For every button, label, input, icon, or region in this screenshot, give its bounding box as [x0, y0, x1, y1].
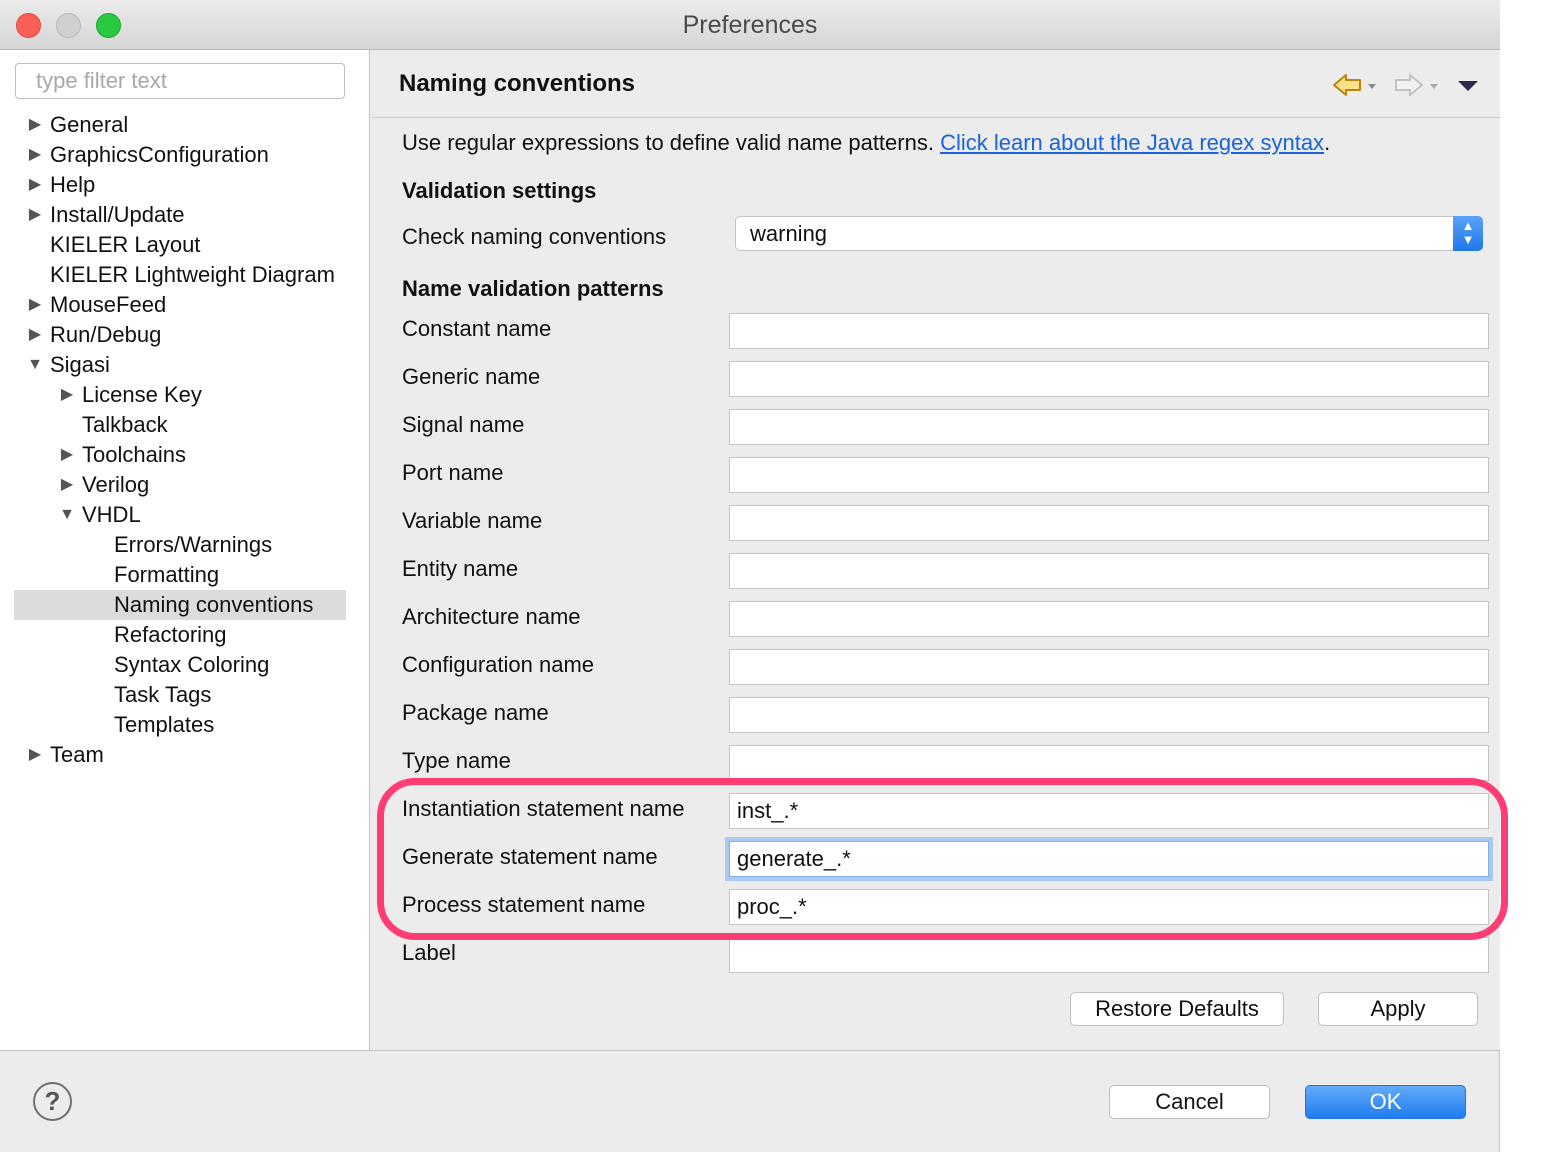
expand-arrow-icon[interactable]: ▶ [26, 170, 44, 200]
pattern-input[interactable] [729, 409, 1489, 445]
intro-text-body: Use regular expressions to define valid … [402, 130, 941, 155]
tree-item-label: Syntax Coloring [114, 652, 270, 677]
cancel-button[interactable]: Cancel [1109, 1085, 1270, 1119]
expand-arrow-icon[interactable]: ▶ [58, 380, 76, 410]
pattern-label: Label [402, 940, 456, 965]
back-button[interactable] [1330, 70, 1378, 100]
restore-defaults-button[interactable]: Restore Defaults [1070, 992, 1284, 1026]
footer-divider [0, 1050, 1500, 1051]
validation-settings-heading: Validation settings [402, 178, 597, 203]
tree-item-label: KIELER Lightweight Diagram [50, 262, 335, 287]
pattern-label: Package name [402, 700, 549, 725]
intro-text-end: . [1324, 130, 1331, 155]
pattern-label: Constant name [402, 316, 552, 341]
pattern-label: Variable name [402, 508, 543, 533]
expand-arrow-icon[interactable]: ▼ [26, 350, 44, 380]
pattern-input[interactable] [729, 745, 1489, 781]
filter-input[interactable] [15, 63, 345, 99]
title-bar: Preferences [0, 0, 1500, 50]
tree-item-label: Team [50, 742, 104, 767]
window-title: Preferences [682, 11, 818, 39]
tree-item-label: Templates [114, 712, 215, 737]
pattern-input[interactable] [729, 553, 1489, 589]
tree-item-label: Run/Debug [50, 322, 162, 347]
check-naming-value: warning [750, 221, 828, 246]
expand-arrow-icon[interactable]: ▶ [26, 200, 44, 230]
expand-arrow-icon[interactable]: ▼ [58, 500, 76, 530]
tree-item-label: Naming conventions [114, 592, 314, 617]
tree-item-label: GraphicsConfiguration [50, 142, 269, 167]
intro-text: Use regular expressions to define valid … [402, 130, 1330, 156]
pattern-input[interactable] [729, 697, 1489, 733]
tree-item-label: Sigasi [50, 352, 110, 377]
pattern-label: Signal name [402, 412, 525, 437]
help-icon[interactable]: ? [33, 1082, 72, 1121]
expand-arrow-icon[interactable]: ▶ [26, 140, 44, 170]
ok-button[interactable]: OK [1305, 1085, 1466, 1119]
tree-item-label: Formatting [114, 562, 220, 587]
pattern-input[interactable] [729, 841, 1489, 877]
pattern-label: Type name [402, 748, 511, 773]
preferences-window: Preferences ▶General▶GraphicsConfigurati… [0, 0, 1500, 1152]
tree-item-label: Errors/Warnings [114, 532, 273, 557]
tree-item-label: VHDL [82, 502, 141, 527]
pattern-label: Architecture name [402, 604, 581, 629]
pattern-input[interactable] [729, 793, 1489, 829]
expand-arrow-icon[interactable]: ▶ [26, 740, 44, 770]
tree-item-label: MouseFeed [50, 292, 167, 317]
tree-item-label: KIELER Layout [50, 232, 201, 257]
page-title: Naming conventions [399, 70, 636, 97]
apply-button[interactable]: Apply [1318, 992, 1478, 1026]
pattern-label: Port name [402, 460, 504, 485]
forward-button[interactable] [1392, 70, 1440, 100]
forward-arrow-icon [1395, 74, 1438, 96]
pattern-label: Configuration name [402, 652, 595, 677]
pattern-input[interactable] [729, 457, 1489, 493]
back-arrow-icon [1333, 74, 1376, 96]
check-naming-label: Check naming conventions [402, 224, 667, 249]
pattern-input[interactable] [729, 649, 1489, 685]
pattern-label: Entity name [402, 556, 519, 581]
pattern-input[interactable] [729, 361, 1489, 397]
pattern-label: Generic name [402, 364, 541, 389]
tree-item-label: Help [50, 172, 96, 197]
tree-item-label: Talkback [82, 412, 168, 437]
expand-arrow-icon[interactable]: ▶ [26, 320, 44, 350]
tree-item-label: Install/Update [50, 202, 185, 227]
preference-tree-pane: ▶General▶GraphicsConfiguration▶Help▶Inst… [0, 50, 370, 1050]
pattern-label: Generate statement name [402, 844, 658, 869]
tree-item-label: Verilog [82, 472, 150, 497]
expand-arrow-icon[interactable]: ▶ [26, 110, 44, 140]
pattern-input[interactable] [729, 601, 1489, 637]
tree-item-label: License Key [82, 382, 202, 407]
pattern-label: Process statement name [402, 892, 646, 917]
tree-item-label: General [50, 112, 129, 137]
pattern-label: Instantiation statement name [402, 796, 685, 821]
name-patterns-heading: Name validation patterns [402, 276, 664, 301]
page-header: Naming conventions [372, 50, 1500, 118]
pattern-input[interactable] [729, 505, 1489, 541]
preference-page: Naming conventions Use regular expressio… [372, 50, 1500, 1050]
tree-item-label: Toolchains [82, 442, 186, 467]
select-stepper-icon: ▲ ▼ [1453, 216, 1483, 251]
regex-syntax-link[interactable]: Click learn about the Java regex syntax [940, 130, 1324, 155]
view-menu-icon [1458, 81, 1478, 91]
tree-item-label: Task Tags [114, 682, 212, 707]
expand-arrow-icon[interactable]: ▶ [58, 440, 76, 470]
pattern-input[interactable] [729, 889, 1489, 925]
expand-arrow-icon[interactable]: ▶ [26, 290, 44, 320]
expand-arrow-icon[interactable]: ▶ [58, 470, 76, 500]
view-menu-button[interactable] [1456, 70, 1480, 100]
check-naming-select[interactable]: warning ▲ ▼ [735, 216, 1483, 251]
tree-item-label: Refactoring [114, 622, 227, 647]
pattern-input[interactable] [729, 313, 1489, 349]
pattern-input[interactable] [729, 937, 1489, 973]
tree-item[interactable]: Naming conventions [14, 590, 346, 620]
